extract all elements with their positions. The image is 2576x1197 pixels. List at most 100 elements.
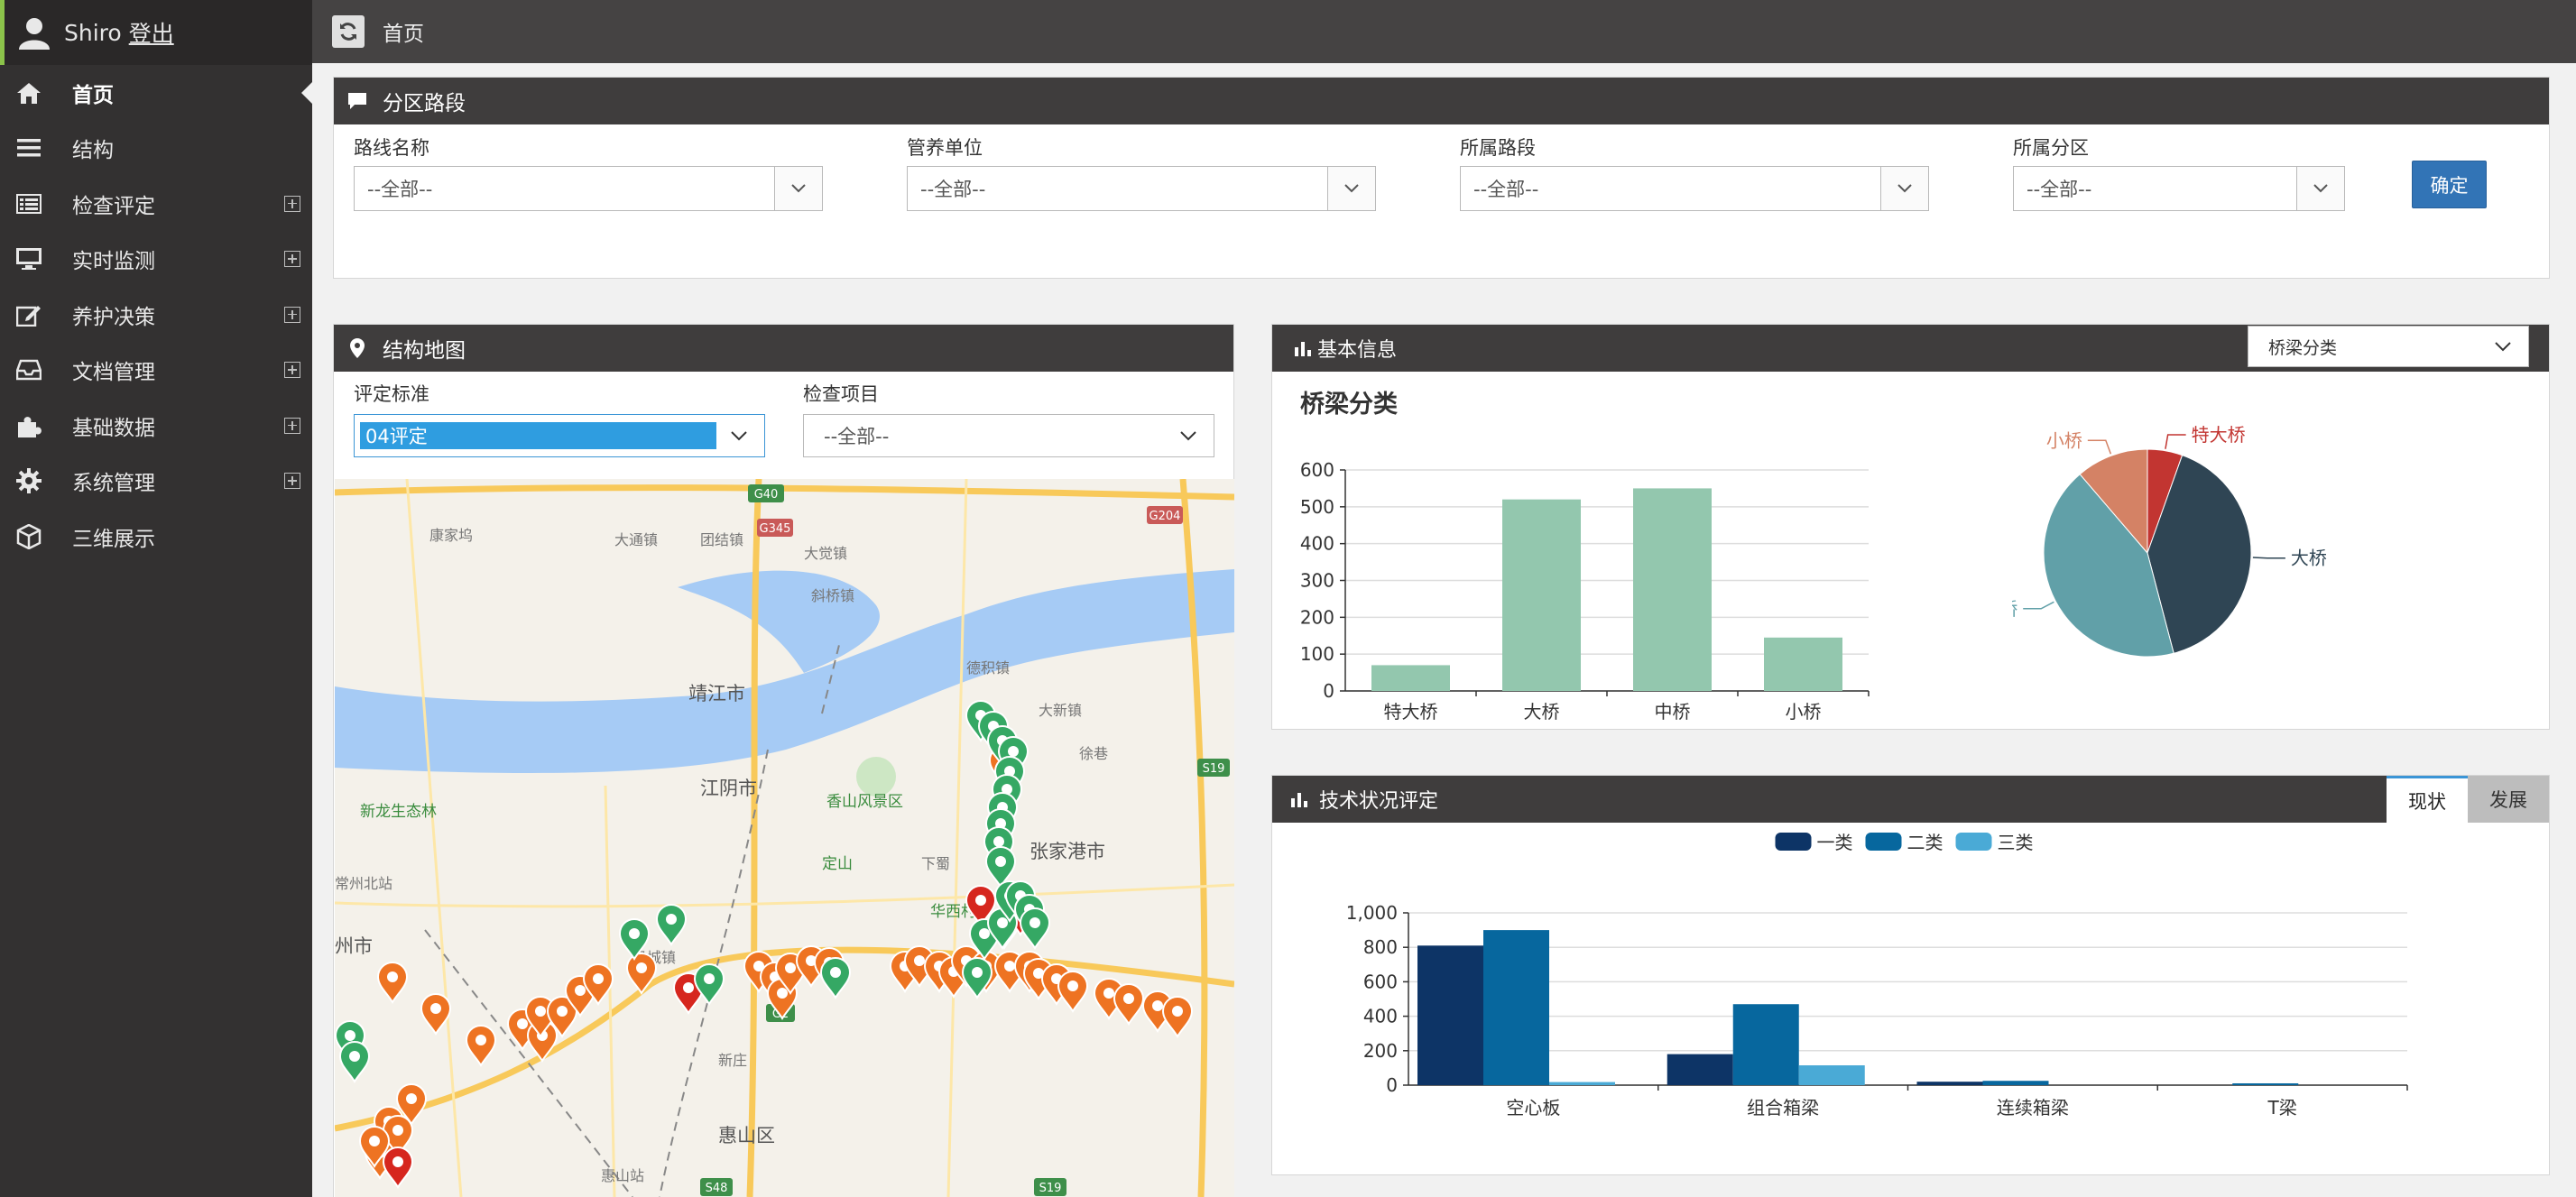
chevron-down-icon xyxy=(1180,431,1196,441)
expand-icon[interactable] xyxy=(284,417,300,434)
x-tick-label: 连续箱梁 xyxy=(1997,1097,2069,1119)
sidebar-item-basedata[interactable]: 基础数据 xyxy=(0,398,312,454)
bar[interactable] xyxy=(1502,499,1581,691)
map-label: 惠山区 xyxy=(718,1125,775,1146)
standard-select[interactable]: 04评定 xyxy=(354,414,765,457)
panel-header: 分区路段 xyxy=(334,78,2549,124)
select-value: --全部-- xyxy=(367,179,433,200)
x-tick-label: 中桥 xyxy=(1655,701,1691,723)
route-select[interactable]: --全部-- xyxy=(354,166,823,211)
pie-label-line xyxy=(2252,557,2285,559)
expand-icon[interactable] xyxy=(284,362,300,379)
sidebar-item-structure[interactable]: 结构 xyxy=(0,121,312,177)
bar-chart-icon xyxy=(1292,337,1314,359)
legend-label[interactable]: 二类 xyxy=(1907,832,1944,853)
comment-icon xyxy=(346,90,368,112)
sidebar-item-label: 三维展示 xyxy=(72,527,155,551)
panel-header: 技术状况评定 现状 发展 xyxy=(1272,776,2549,823)
svg-text:S19: S19 xyxy=(1039,1182,1062,1195)
user-icon xyxy=(19,18,50,50)
legend-label[interactable]: 三类 xyxy=(1998,832,2034,853)
map-canvas[interactable]: G40 G345 G204 S19 G2 S48 S19 靖江市 江阴市 张家港… xyxy=(335,479,1234,1197)
y-tick-label: 1,000 xyxy=(1346,902,1398,924)
legend-swatch[interactable] xyxy=(1955,833,1992,851)
inbox-icon xyxy=(14,355,43,384)
bar[interactable] xyxy=(1483,930,1549,1085)
chart-type-select[interactable]: 桥梁分类 xyxy=(2248,326,2529,367)
confirm-button[interactable]: 确定 xyxy=(2412,161,2487,208)
sidebar-item-maintenance[interactable]: 养护决策 xyxy=(0,287,312,343)
y-tick-label: 500 xyxy=(1300,496,1334,518)
chevron-down-icon[interactable] xyxy=(1880,167,1928,210)
select-value: 桥梁分类 xyxy=(2268,337,2338,358)
sidebar-item-monitoring[interactable]: 实时监测 xyxy=(0,232,312,288)
y-tick-label: 600 xyxy=(1300,459,1334,481)
chevron-down-icon[interactable] xyxy=(774,167,822,210)
sidebar-item-3d[interactable]: 三维展示 xyxy=(0,509,312,565)
panel-header: 结构地图 xyxy=(334,325,1233,372)
bar[interactable] xyxy=(1916,1082,1983,1085)
map-label: 德积镇 xyxy=(966,659,1010,677)
y-tick-label: 200 xyxy=(1300,606,1334,628)
field-label: 所属路段 xyxy=(1460,137,1536,159)
map-label: 定山 xyxy=(822,855,853,873)
bar[interactable] xyxy=(1732,1004,1799,1085)
bar[interactable] xyxy=(1371,665,1450,691)
bar[interactable] xyxy=(1549,1082,1615,1085)
breadcrumb[interactable]: 首页 xyxy=(383,16,424,47)
tab-current[interactable]: 现状 xyxy=(2387,776,2468,823)
chevron-down-icon[interactable] xyxy=(2296,167,2344,210)
expand-icon[interactable] xyxy=(284,195,300,212)
user-bar: Shiro 登出 xyxy=(0,0,312,65)
y-tick-label: 800 xyxy=(1363,936,1398,958)
x-tick-label: 特大桥 xyxy=(1384,701,1438,723)
bar[interactable] xyxy=(1798,1065,1865,1085)
map-label: 大通镇 xyxy=(614,531,658,548)
sidebar-item-label: 检查评定 xyxy=(72,194,155,218)
bar[interactable] xyxy=(2232,1083,2299,1085)
inspection-item-select[interactable]: --全部-- xyxy=(803,414,1214,457)
sidebar-item-inspection[interactable]: 检查评定 xyxy=(0,176,312,232)
legend-swatch[interactable] xyxy=(1775,833,1812,851)
sidebar-item-label: 文档管理 xyxy=(72,361,155,385)
svg-text:S19: S19 xyxy=(1203,762,1225,776)
chevron-down-icon xyxy=(2495,342,2511,352)
legend-swatch[interactable] xyxy=(1865,833,1902,851)
x-tick-label: T梁 xyxy=(2267,1097,2297,1119)
map-label: 惠山站 xyxy=(601,1167,644,1184)
expand-icon[interactable] xyxy=(284,473,300,490)
y-tick-label: 200 xyxy=(1363,1040,1398,1062)
chevron-down-icon[interactable] xyxy=(1327,167,1375,210)
pie-label-line xyxy=(2023,601,2054,610)
field-label: 检查项目 xyxy=(803,383,879,405)
bar[interactable] xyxy=(1764,637,1842,691)
tech-status-bar-chart: 一类 二类 三类 0 200 400 600 800 1,000 空心板 组合箱梁 连续箱梁 T梁 xyxy=(1346,832,2408,1119)
tab-develop[interactable]: 发展 xyxy=(2468,776,2549,823)
map-label: 州市 xyxy=(335,935,373,957)
select-value: 04评定 xyxy=(360,422,716,449)
home-icon xyxy=(14,78,43,107)
section-select[interactable]: --全部-- xyxy=(1460,166,1929,211)
puzzle-icon xyxy=(14,411,43,440)
sidebar-item-home[interactable]: 首页 xyxy=(0,65,313,121)
logout-link[interactable]: 登出 xyxy=(129,16,174,49)
pie-label: 小桥 xyxy=(2046,429,2082,451)
refresh-icon xyxy=(340,23,356,41)
refresh-button[interactable] xyxy=(332,15,365,48)
bar[interactable] xyxy=(1417,945,1483,1085)
district-select[interactable]: --全部-- xyxy=(2013,166,2345,211)
sidebar: Shiro 登出 首页 结构 检查评定 实时监测 养护决策 文档管理 基础数据 … xyxy=(0,0,313,1197)
sidebar-item-system[interactable]: 系统管理 xyxy=(0,454,312,510)
sidebar-item-label: 首页 xyxy=(72,83,114,107)
active-indicator xyxy=(301,80,313,105)
bar[interactable] xyxy=(1982,1081,2049,1085)
legend-label[interactable]: 一类 xyxy=(1817,832,1853,853)
sidebar-item-documents[interactable]: 文档管理 xyxy=(0,343,312,399)
unit-select[interactable]: --全部-- xyxy=(907,166,1376,211)
expand-icon[interactable] xyxy=(284,251,300,268)
bar[interactable] xyxy=(1633,488,1712,691)
expand-icon[interactable] xyxy=(284,306,300,323)
pie-label: 特大桥 xyxy=(2192,424,2246,446)
sidebar-item-label: 结构 xyxy=(72,139,114,163)
bar[interactable] xyxy=(1667,1054,1733,1085)
